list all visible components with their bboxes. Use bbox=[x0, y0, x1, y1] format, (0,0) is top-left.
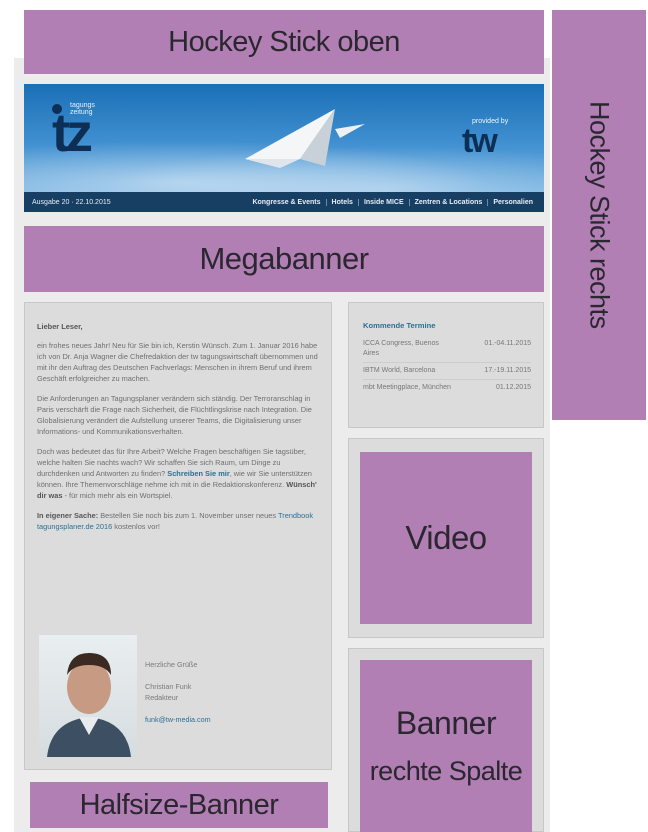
nav-item-inside-mice[interactable]: Inside MICE bbox=[357, 198, 409, 206]
signature-closing: Herzliche Grüße bbox=[145, 660, 198, 669]
logo-text: tz bbox=[52, 103, 93, 163]
tw-logo[interactable]: tw bbox=[462, 122, 498, 161]
ad-slot-label-line-1: Banner bbox=[395, 705, 497, 741]
event-name: IBTM World, Barcelona bbox=[363, 367, 436, 374]
ad-slot-megabanner[interactable]: Megabanner bbox=[24, 226, 544, 292]
signature-role: Redakteur bbox=[145, 693, 179, 702]
letter-paragraph-1: ein frohes neues Jahr! Neu für Sie bin i… bbox=[37, 341, 318, 383]
ad-slot-label: Hockey Stick oben bbox=[168, 25, 400, 58]
ad-slot-banner-right-column[interactable]: Banner rechte Spalte bbox=[360, 660, 532, 832]
portrait-icon bbox=[47, 653, 131, 757]
nav-item-kongresse[interactable]: Kongresse & Events bbox=[247, 199, 325, 206]
editorial-letter: Lieber Leser, ein frohes neues Jahr! Neu… bbox=[24, 302, 332, 770]
letter-paragraph-3: Doch was bedeutet das für Ihre Arbeit? W… bbox=[37, 447, 317, 500]
ad-slot-label: Halfsize-Banner bbox=[79, 788, 279, 821]
signature-block: Herzliche Grüße Christian Funk Redakteur… bbox=[145, 659, 315, 725]
event-date: 17.-19.11.2015 bbox=[484, 367, 531, 374]
ad-slot-halfsize-banner[interactable]: Halfsize-Banner bbox=[30, 782, 328, 828]
ad-slot-hockey-stick-right[interactable]: Hockey Stick rechts bbox=[552, 10, 646, 420]
event-name: ICCA Congress, Buenos Aires bbox=[363, 340, 439, 357]
write-me-link[interactable]: Schreiben Sie mir bbox=[167, 469, 229, 478]
ad-slot-label: Video bbox=[405, 519, 487, 556]
ad-slot-video[interactable]: Video bbox=[360, 452, 532, 624]
issue-label: Ausgabe 20 · 22.10.2015 bbox=[32, 198, 111, 206]
signature-email-link[interactable]: funk@tw-media.com bbox=[145, 715, 211, 724]
nav-item-zentren[interactable]: Zentren & Locations bbox=[408, 198, 488, 206]
letter-greeting: Lieber Leser, bbox=[37, 322, 83, 331]
event-date: 01.-04.11.2015 bbox=[484, 340, 531, 347]
ad-slot-label-line-2: rechte Spalte bbox=[369, 756, 523, 786]
ad-slot-hockey-stick-top[interactable]: Hockey Stick oben bbox=[24, 10, 544, 74]
signature-name: Christian Funk bbox=[145, 682, 192, 691]
event-name: mbt Meetingplace, München bbox=[363, 384, 451, 391]
ad-slot-label: Megabanner bbox=[199, 241, 369, 276]
tz-logo[interactable]: tagungs zeitung tz bbox=[46, 96, 126, 166]
header-nav-bar: Ausgabe 20 · 22.10.2015 Kongresse & Even… bbox=[24, 192, 544, 212]
author-photo bbox=[39, 635, 137, 757]
event-row[interactable]: ICCA Congress, Buenos Aires 01.-04.11.20… bbox=[363, 336, 531, 363]
event-row[interactable]: IBTM World, Barcelona 17.-19.11.2015 bbox=[363, 363, 531, 380]
letter-paragraph-4: In eigener Sache: Bestellen Sie noch bis… bbox=[37, 511, 314, 531]
events-title: Kommende Termine bbox=[363, 321, 436, 330]
event-date: 01.12.2015 bbox=[495, 384, 531, 391]
ad-slot-label: Hockey Stick rechts bbox=[584, 101, 615, 329]
upcoming-events-box: Kommende Termine ICCA Congress, Buenos A… bbox=[348, 302, 544, 428]
event-row[interactable]: mbt Meetingplace, München 01.12.2015 bbox=[363, 380, 531, 396]
nav-links: Kongresse & Events Hotels Inside MICE Ze… bbox=[247, 198, 544, 206]
paper-plane-icon bbox=[245, 109, 365, 168]
newsletter-header: tagungs zeitung tz provided by tw Ausgab… bbox=[24, 84, 544, 212]
letter-paragraph-2: Die Anforderungen an Tagungsplaner verän… bbox=[37, 394, 312, 436]
nav-item-hotels[interactable]: Hotels bbox=[325, 198, 358, 206]
nav-item-personalien[interactable]: Personalien bbox=[487, 198, 538, 206]
